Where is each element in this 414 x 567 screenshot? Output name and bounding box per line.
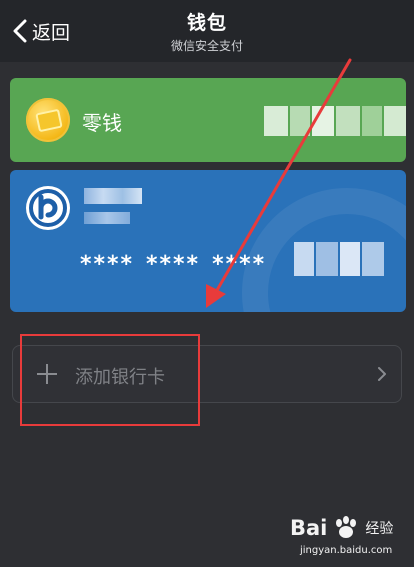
annotation-highlight-box xyxy=(20,334,200,426)
blurred-card-type xyxy=(84,212,130,224)
paw-icon xyxy=(336,516,357,538)
change-balance-card[interactable]: 零钱 xyxy=(10,78,406,162)
card-number-mask: **** **** **** xyxy=(80,252,267,277)
chevron-right-icon xyxy=(378,367,386,381)
page-subtitle: 微信安全支付 xyxy=(170,39,243,53)
bank-logo-icon xyxy=(26,186,70,230)
blurred-card-digits xyxy=(294,242,384,276)
baidu-jingyan-logo: Bai 经验 xyxy=(290,516,394,540)
page-title: 钱包 xyxy=(186,12,227,34)
blurred-bank-name xyxy=(84,188,142,204)
bank-card[interactable] xyxy=(10,170,406,312)
coin-icon xyxy=(26,98,70,142)
top-bar: 返回 钱包 微信安全支付 xyxy=(0,0,414,62)
blurred-balance xyxy=(264,106,406,136)
watermark-url: jingyan.baidu.com xyxy=(300,545,393,556)
change-label: 零钱 xyxy=(82,111,122,135)
